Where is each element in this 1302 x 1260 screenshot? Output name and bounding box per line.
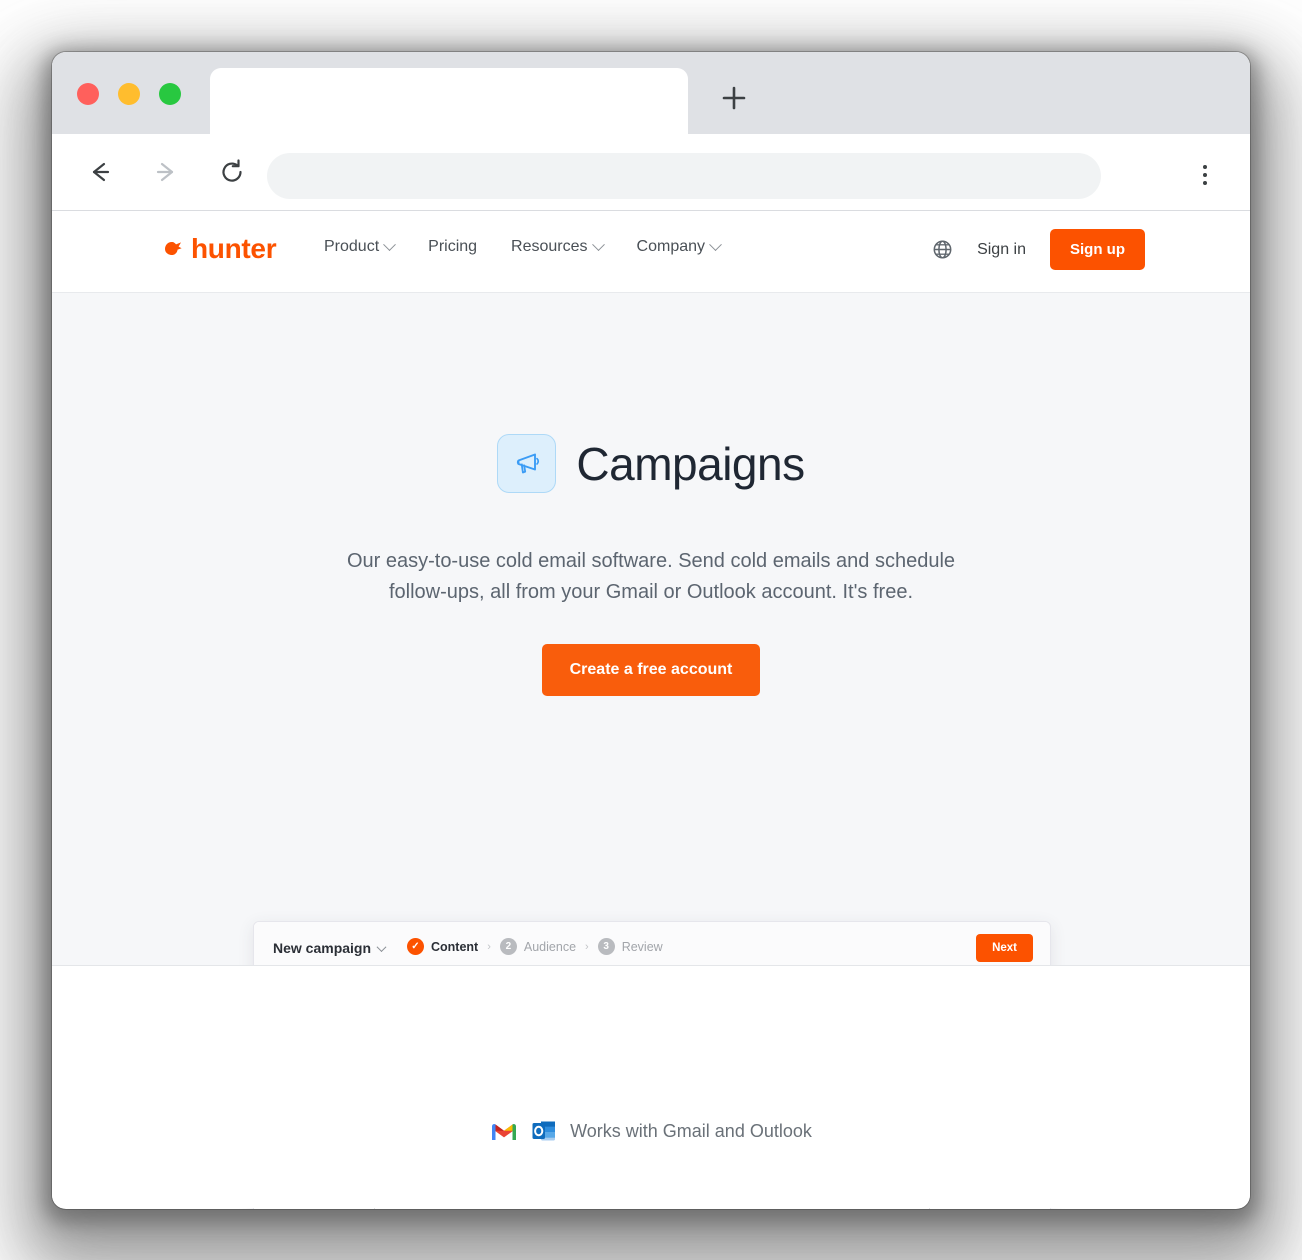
browser-window: hunter Product Pricing Resources Company <box>52 52 1250 1209</box>
step-label: Content <box>431 939 479 954</box>
gmail-icon <box>492 1123 517 1140</box>
site-header: hunter Product Pricing Resources Company <box>52 211 1250 293</box>
step-badge-check: ✓ <box>407 938 424 955</box>
outlook-icon <box>532 1121 556 1141</box>
hero-subtitle: Our easy-to-use cold email software. Sen… <box>346 549 956 603</box>
step-separator-icon: › <box>585 940 589 953</box>
nav-item-label: Resources <box>511 238 588 255</box>
new-tab-button[interactable] <box>712 76 756 120</box>
nav-item-resources[interactable]: Resources <box>511 237 605 256</box>
forward-button[interactable] <box>144 150 188 194</box>
sign-in-link[interactable]: Sign in <box>977 241 1026 259</box>
step-review[interactable]: 3 Review <box>597 938 663 955</box>
step-separator-icon: › <box>487 940 491 953</box>
hero-title-row: Campaigns <box>52 293 1250 522</box>
chevron-down-icon <box>376 941 387 952</box>
reload-button[interactable] <box>210 150 254 194</box>
campaign-name-label: New campaign <box>273 940 372 956</box>
arrow-right-icon <box>156 162 174 182</box>
hero-section: Campaigns Our easy-to-use cold email sof… <box>52 293 1250 1209</box>
works-with-label: Works with Gmail and Outlook <box>570 1120 812 1141</box>
browser-menu-button[interactable] <box>1182 152 1228 198</box>
language-selector[interactable] <box>932 239 953 260</box>
plus-icon <box>722 86 746 110</box>
campaigns-icon-badge <box>497 434 557 494</box>
step-content[interactable]: ✓ Content <box>407 938 478 955</box>
page-title: Campaigns <box>576 437 805 490</box>
hunter-wordmark: hunter <box>191 233 277 264</box>
next-button[interactable]: Next <box>976 934 1033 962</box>
works-with-row: Works with Gmail and Outlook <box>52 1119 1250 1143</box>
create-free-account-button[interactable]: Create a free account <box>541 643 761 696</box>
back-button[interactable] <box>78 150 122 194</box>
chevron-down-icon <box>383 237 397 251</box>
step-badge-3: 3 <box>597 938 615 955</box>
footer-band: Works with Gmail and Outlook <box>52 965 1250 1208</box>
kebab-dot <box>1203 165 1207 169</box>
browser-tab-strip <box>52 52 1250 134</box>
step-audience[interactable]: 2 Audience <box>499 938 577 955</box>
maximize-window-button[interactable] <box>159 83 181 105</box>
arrow-left-icon <box>92 162 110 182</box>
nav-item-label: Company <box>636 238 706 255</box>
hunter-bird-icon <box>165 241 182 256</box>
kebab-dot <box>1203 173 1207 177</box>
step-label: Review <box>621 939 663 954</box>
browser-tab[interactable] <box>210 68 688 134</box>
nav-item-label: Pricing <box>428 238 478 255</box>
close-window-button[interactable] <box>77 83 99 105</box>
nav-item-product[interactable]: Product <box>324 237 397 256</box>
url-input[interactable] <box>267 153 1101 199</box>
nav-item-company[interactable]: Company <box>636 237 722 256</box>
reload-icon <box>222 159 242 182</box>
chevron-down-icon <box>709 237 722 251</box>
browser-toolbar <box>52 134 1250 211</box>
kebab-dot <box>1203 181 1207 185</box>
globe-icon <box>933 240 952 259</box>
minimize-window-button[interactable] <box>118 83 140 105</box>
campaign-name-dropdown[interactable]: New campaign <box>273 940 387 956</box>
step-label: Audience <box>523 939 577 954</box>
step-badge-2: 2 <box>499 938 517 955</box>
campaign-steps: ✓ Content › 2 Audience › 3 Review <box>407 938 663 955</box>
window-traffic-lights <box>77 83 181 105</box>
main-nav: Product Pricing Resources Company <box>324 237 722 256</box>
chevron-down-icon <box>591 237 605 251</box>
megaphone-icon <box>516 453 539 474</box>
sign-up-button[interactable]: Sign up <box>1050 229 1145 270</box>
header-actions: Sign in Sign up <box>932 229 1145 270</box>
nav-item-pricing[interactable]: Pricing <box>428 238 477 256</box>
hunter-logo[interactable]: hunter <box>162 233 277 265</box>
nav-item-label: Product <box>324 238 380 255</box>
